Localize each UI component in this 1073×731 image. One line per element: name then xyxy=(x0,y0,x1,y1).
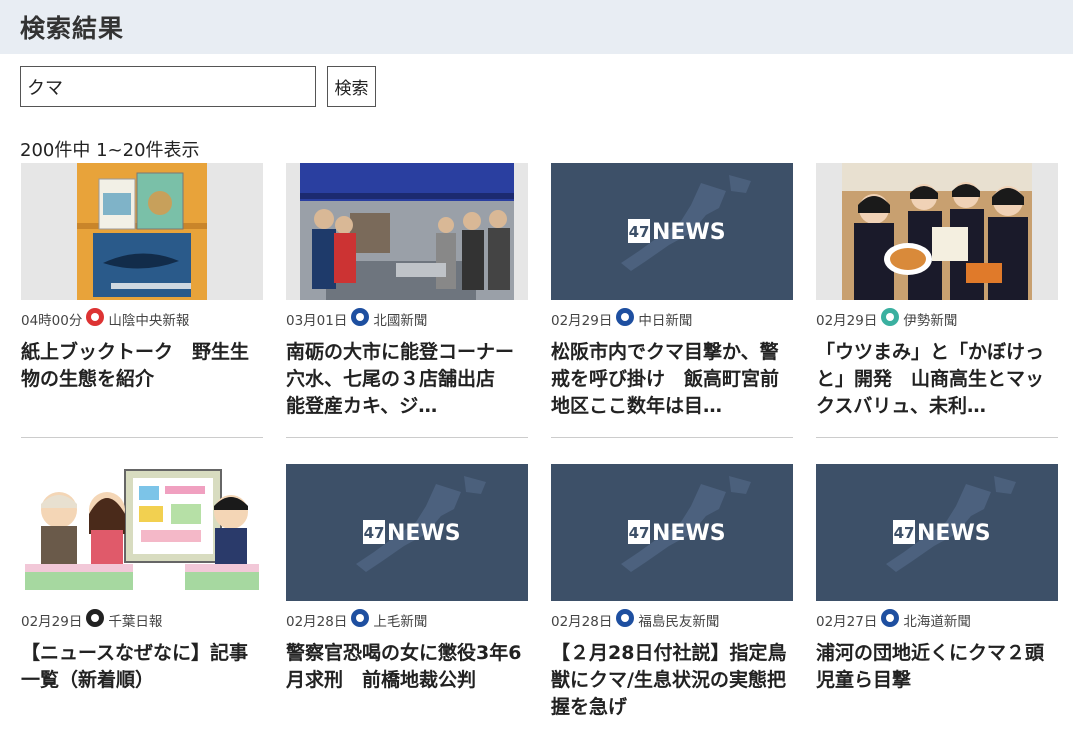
article-source: 千葉日報 xyxy=(108,614,163,630)
article-title[interactable]: 松阪市内でクマ目撃か、警戒を呼び掛け 飯高町宮前地区ここ数年は目… xyxy=(551,339,793,420)
article-date: 02月27日 xyxy=(816,614,878,630)
article-date: 02月28日 xyxy=(551,614,613,630)
page-title: 検索結果 xyxy=(20,14,125,43)
svg-text:NEWS: NEWS xyxy=(387,521,461,546)
article-meta: 02月28日 福島民友新聞 xyxy=(551,608,793,632)
article-source: 伊勢新聞 xyxy=(903,313,958,329)
result-card[interactable]: 04時00分 山陰中央新報 紙上ブックトーク 野生生物の生態を紹介 xyxy=(21,163,263,438)
result-card[interactable]: 47 NEWS 02月28日 福島民友新聞 【２月28日付社説】指定鳥獣にクマ/… xyxy=(551,464,793,729)
article-meta: 04時00分 山陰中央新報 xyxy=(21,307,263,331)
source-logo-icon xyxy=(615,307,635,331)
source-logo-icon xyxy=(85,608,105,632)
article-date: 02月29日 xyxy=(21,614,83,630)
article-thumbnail[interactable]: 47 NEWS xyxy=(816,464,1058,601)
article-meta: 02月28日 上毛新聞 xyxy=(286,608,528,632)
search-input[interactable] xyxy=(20,66,316,107)
svg-text:NEWS: NEWS xyxy=(652,521,726,546)
article-meta: 02月29日 中日新聞 xyxy=(551,307,793,331)
article-thumbnail[interactable] xyxy=(21,464,263,601)
article-thumbnail[interactable]: 47 NEWS xyxy=(286,464,528,601)
result-card[interactable]: 47 NEWS 02月27日 北海道新聞 浦河の団地近くにクマ２頭 児童ら目撃 xyxy=(816,464,1058,729)
result-card[interactable]: 03月01日 北國新聞 南砺の大市に能登コーナー 穴水、七尾の３店舗出店 能登産… xyxy=(286,163,528,438)
article-date: 02月29日 xyxy=(816,313,878,329)
article-source: 北國新聞 xyxy=(373,313,428,329)
article-title[interactable]: 浦河の団地近くにクマ２頭 児童ら目撃 xyxy=(816,640,1058,694)
results-grid: 04時00分 山陰中央新報 紙上ブックトーク 野生生物の生態を紹介 03月01日… xyxy=(21,163,1058,729)
svg-text:47: 47 xyxy=(894,524,915,542)
article-meta: 02月29日 伊勢新聞 xyxy=(816,307,1058,331)
article-title[interactable]: 南砺の大市に能登コーナー 穴水、七尾の３店舗出店 能登産カキ、ジ… xyxy=(286,339,528,420)
source-logo-icon xyxy=(350,608,370,632)
article-thumbnail[interactable] xyxy=(816,163,1058,300)
source-logo-icon xyxy=(350,307,370,331)
svg-text:47: 47 xyxy=(364,524,385,542)
result-card[interactable]: 47 NEWS 02月28日 上毛新聞 警察官恐喝の女に懲役3年6月求刑 前橋地… xyxy=(286,464,528,729)
page-header: 検索結果 xyxy=(0,0,1073,54)
article-source: 北海道新聞 xyxy=(903,614,971,630)
source-logo-icon xyxy=(880,608,900,632)
svg-text:NEWS: NEWS xyxy=(652,220,726,245)
article-meta: 02月29日 千葉日報 xyxy=(21,608,263,632)
article-date: 04時00分 xyxy=(21,313,83,329)
article-thumbnail[interactable]: 47 NEWS xyxy=(551,163,793,300)
result-card[interactable]: 02月29日 千葉日報 【ニュースなぜなに】記事一覧（新着順） xyxy=(21,464,263,729)
svg-text:47: 47 xyxy=(629,223,650,241)
article-thumbnail[interactable]: 47 NEWS xyxy=(551,464,793,601)
result-card[interactable]: 02月29日 伊勢新聞 「ウツまみ」と「かぼけっと」開発 山商高生とマックスバリ… xyxy=(816,163,1058,438)
source-logo-icon xyxy=(85,307,105,331)
result-card[interactable]: 47 NEWS 02月29日 中日新聞 松阪市内でクマ目撃か、警戒を呼び掛け 飯… xyxy=(551,163,793,438)
article-date: 02月29日 xyxy=(551,313,613,329)
source-logo-icon xyxy=(615,608,635,632)
search-button[interactable]: 検索 xyxy=(327,66,376,107)
article-source: 中日新聞 xyxy=(638,313,693,329)
source-logo-icon xyxy=(880,307,900,331)
result-count: 200件中 1~20件表示 xyxy=(20,140,200,161)
article-title[interactable]: 紙上ブックトーク 野生生物の生態を紹介 xyxy=(21,339,263,393)
svg-text:47: 47 xyxy=(629,524,650,542)
article-title[interactable]: 「ウツまみ」と「かぼけっと」開発 山商高生とマックスバリュ、未利… xyxy=(816,339,1058,420)
article-date: 03月01日 xyxy=(286,313,348,329)
search-bar: 検索 xyxy=(20,66,376,107)
article-date: 02月28日 xyxy=(286,614,348,630)
article-meta: 02月27日 北海道新聞 xyxy=(816,608,1058,632)
article-source: 福島民友新聞 xyxy=(638,614,720,630)
article-source: 上毛新聞 xyxy=(373,614,428,630)
article-source: 山陰中央新報 xyxy=(108,313,190,329)
article-title[interactable]: 警察官恐喝の女に懲役3年6月求刑 前橋地裁公判 xyxy=(286,640,528,694)
article-title[interactable]: 【２月28日付社説】指定鳥獣にクマ/生息状況の実態把握を急げ xyxy=(551,640,793,721)
article-thumbnail[interactable] xyxy=(21,163,263,300)
article-thumbnail[interactable] xyxy=(286,163,528,300)
article-meta: 03月01日 北國新聞 xyxy=(286,307,528,331)
svg-text:NEWS: NEWS xyxy=(917,521,991,546)
article-title[interactable]: 【ニュースなぜなに】記事一覧（新着順） xyxy=(21,640,263,694)
